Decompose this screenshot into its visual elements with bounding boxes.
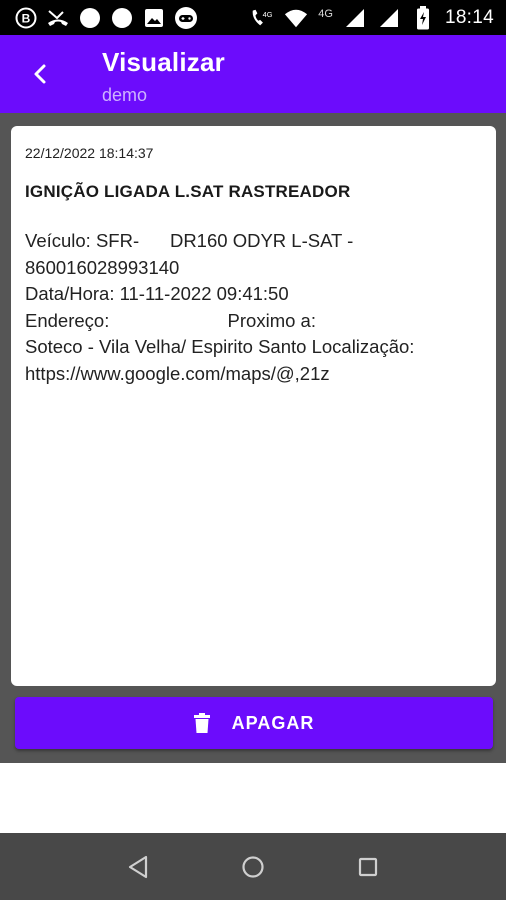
trash-icon — [193, 713, 210, 733]
network-type-label: 4G — [318, 7, 333, 20]
nav-recents-button[interactable] — [346, 845, 390, 889]
dot-icon — [110, 6, 134, 30]
game-icon — [174, 6, 198, 30]
back-triangle-icon — [128, 855, 147, 878]
recents-square-icon — [359, 857, 378, 876]
app-bar: Visualizar demo — [0, 35, 506, 113]
image-icon — [142, 6, 166, 30]
signal-icon — [377, 6, 401, 30]
message-date: 22/12/2022 18:14:37 — [25, 145, 154, 161]
back-button[interactable] — [22, 58, 58, 90]
nav-home-button[interactable] — [231, 845, 275, 889]
dot-icon — [78, 6, 102, 30]
delete-button[interactable]: APAGAR — [15, 697, 493, 749]
battery-charging-icon — [411, 5, 435, 30]
chevron-left-icon — [34, 64, 46, 84]
missed-call-icon — [46, 6, 70, 30]
nav-back-button[interactable] — [116, 845, 160, 889]
system-nav-bar — [0, 833, 506, 900]
notification-icons: B — [0, 6, 198, 30]
message-title: IGNIÇÃO LIGADA L.SAT RASTREADOR — [25, 182, 351, 201]
wifi-call-icon: 4G — [250, 6, 274, 30]
message-body: Veículo: SFR- DR160 ODYR L-SAT - 8600160… — [25, 230, 415, 384]
svg-text:B: B — [22, 11, 31, 25]
delete-button-label: APAGAR — [231, 712, 315, 733]
status-bar: B 4G 4G 18:14 — [0, 0, 506, 35]
clock: 18:14 — [444, 6, 494, 28]
content-area: 22/12/2022 18:14:37 IGNIÇÃO LIGADA L.SAT… — [0, 113, 506, 763]
blank-area — [0, 763, 506, 833]
page-subtitle: demo — [102, 85, 148, 105]
wifi-icon — [284, 6, 308, 30]
message-card: 22/12/2022 18:14:37 IGNIÇÃO LIGADA L.SAT… — [11, 126, 496, 686]
svg-text:4G: 4G — [263, 10, 273, 19]
page-title: Visualizar — [102, 47, 225, 77]
system-icons: 4G 4G 18:14 — [250, 5, 506, 30]
signal-icon — [343, 6, 367, 30]
home-circle-icon — [242, 855, 264, 878]
b-circle-icon: B — [14, 6, 38, 30]
